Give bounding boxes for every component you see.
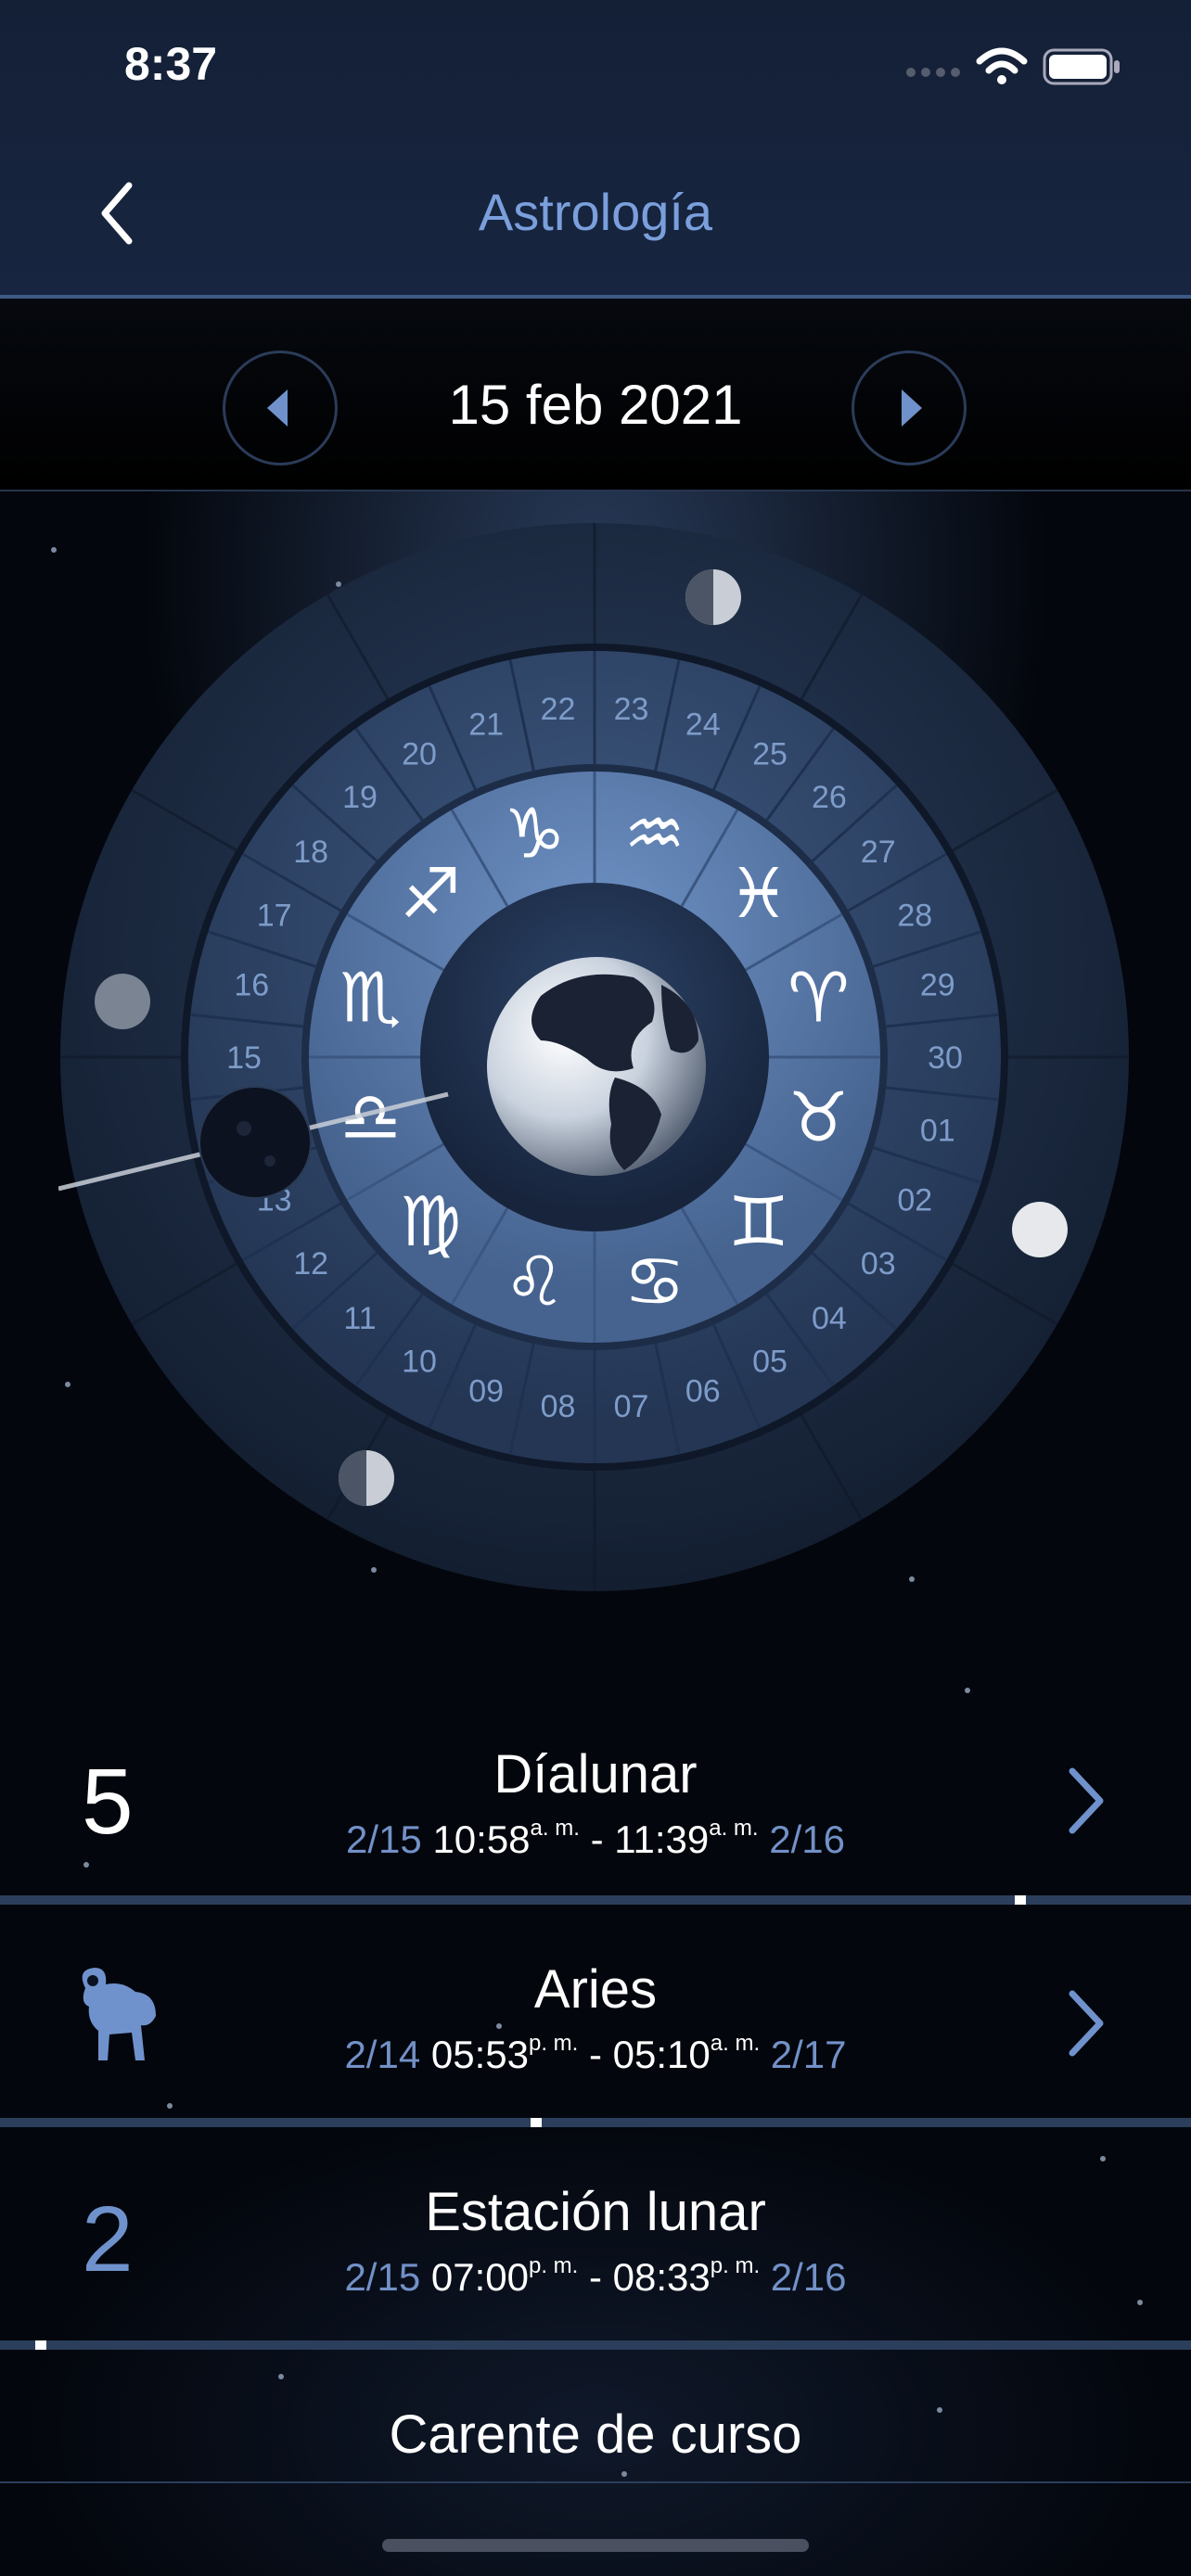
wheel-day-label: 29 <box>920 967 955 1002</box>
zodiac-sign-glyph[interactable]: ♏ <box>339 958 401 1038</box>
lunar-day-progress <box>0 1895 1191 1905</box>
lunar-station-title: Estación lunar <box>425 2182 766 2242</box>
wheel-day-label: 04 <box>812 1301 847 1336</box>
chevron-right-icon[interactable] <box>1063 1764 1109 1838</box>
lunar-station-timespan: 2/15 07:00p. m. - 08:33p. m. 2/16 <box>344 2253 847 2299</box>
zodiac-sign-glyph[interactable]: ♌ <box>504 1242 565 1321</box>
page-title: Astrología <box>478 183 713 241</box>
zodiac-sign-glyph[interactable]: ♊ <box>728 1182 789 1262</box>
wheel-day-label: 12 <box>293 1246 328 1282</box>
wheel-day-label: 24 <box>685 708 721 743</box>
wheel-day-label: 23 <box>614 692 649 727</box>
nav-header: 8:37 Astrología <box>0 0 1191 299</box>
progress-marker <box>35 2340 47 2350</box>
lunar-station-row[interactable]: 2 Estación lunar 2/15 07:00p. m. - 08:33… <box>0 2166 1191 2352</box>
wheel-day-label: 22 <box>541 692 576 727</box>
star <box>1100 2156 1106 2162</box>
wheel-day-label: 28 <box>897 898 932 933</box>
wheel-day-label: 19 <box>342 780 378 815</box>
moon-phase-last-quarter-icon <box>339 1450 394 1506</box>
progress-marker <box>531 2118 543 2127</box>
wheel-day-label: 20 <box>402 737 437 772</box>
moon-sign-title: Aries <box>533 1959 658 2020</box>
wheel-day-label: 25 <box>752 737 788 772</box>
home-indicator[interactable] <box>382 2539 809 2552</box>
earth-globe <box>487 957 706 1176</box>
wheel-day-label: 03 <box>861 1246 896 1282</box>
status-time: 8:37 <box>124 38 218 90</box>
signal-icon <box>906 68 960 77</box>
wheel-day-label: 11 <box>343 1301 376 1336</box>
wheel-day-label: 17 <box>257 898 292 933</box>
zodiac-sign-glyph[interactable]: ♈ <box>788 958 849 1038</box>
lunar-day-title: Díalunar <box>493 1744 698 1804</box>
wheel-day-label: 02 <box>897 1183 932 1218</box>
void-of-course-title: Carente de curso <box>389 2404 802 2465</box>
zodiac-sign-glyph[interactable]: ♋ <box>624 1242 685 1321</box>
wifi-icon <box>976 47 1028 84</box>
wheel-day-label: 08 <box>541 1389 576 1424</box>
divider <box>0 2481 1191 2483</box>
battery-icon <box>1043 48 1120 85</box>
zodiac-sign-glyph[interactable]: ♒ <box>624 795 685 874</box>
moon-sign-timespan: 2/14 05:53p. m. - 05:10a. m. 2/17 <box>344 2031 847 2076</box>
wheel-day-label: 09 <box>468 1373 504 1409</box>
zodiac-sign-glyph[interactable]: ♍ <box>400 1182 461 1262</box>
wheel-day-label: 10 <box>402 1344 437 1379</box>
moon-phase-new-icon <box>95 974 150 1029</box>
wheel-day-label: 15 <box>226 1040 262 1076</box>
date-navigator: 15 feb 2021 <box>0 299 1191 491</box>
moon-sign-row[interactable]: Aries 2/14 05:53p. m. - 05:10a. m. 2/17 <box>0 1944 1191 2129</box>
wheel-day-label: 18 <box>293 835 328 870</box>
star <box>51 547 57 553</box>
lunar-station-progress <box>0 2340 1191 2350</box>
zodiac-sign-glyph[interactable]: ♓ <box>728 854 789 934</box>
zodiac-sign-glyph[interactable]: ♉ <box>788 1078 849 1158</box>
chevron-right-icon[interactable] <box>1063 1986 1109 2060</box>
wheel-day-label: 05 <box>752 1344 788 1379</box>
moon-phase-first-quarter-icon <box>685 569 741 625</box>
void-of-course-row[interactable]: Carente de curso <box>0 2392 1191 2485</box>
current-moon-icon <box>198 1086 312 1199</box>
star <box>965 1688 970 1693</box>
next-day-button[interactable] <box>852 351 967 465</box>
wheel-day-label: 27 <box>861 835 896 870</box>
triangle-right-icon <box>902 389 922 427</box>
wheel-day-label: 07 <box>614 1389 649 1424</box>
progress-marker <box>1014 1895 1026 1905</box>
lunar-day-row[interactable]: 5 Díalunar 2/15 10:58a. m. - 11:39a. m. … <box>0 1715 1191 1910</box>
wheel-day-label: 16 <box>234 967 269 1002</box>
wheel-day-label: 06 <box>685 1373 721 1409</box>
current-date: 15 feb 2021 <box>448 374 743 436</box>
wheel-day-label: 21 <box>468 708 504 743</box>
wheel-day-label: 30 <box>928 1040 963 1076</box>
wheel-day-label: 01 <box>920 1114 955 1149</box>
lunar-day-timespan: 2/15 10:58a. m. - 11:39a. m. 2/16 <box>346 1816 845 1861</box>
moon-phase-full-icon <box>1012 1202 1068 1257</box>
star <box>278 2374 284 2379</box>
wheel-day-label: 26 <box>812 780 847 815</box>
zodiac-sign-glyph[interactable]: ♐ <box>400 854 461 934</box>
zodiac-sign-glyph[interactable]: ♑ <box>504 795 565 874</box>
moon-sign-progress <box>0 2118 1191 2127</box>
zodiac-wheel[interactable]: 2221201918171615141312111009080706050403… <box>58 521 1131 1593</box>
